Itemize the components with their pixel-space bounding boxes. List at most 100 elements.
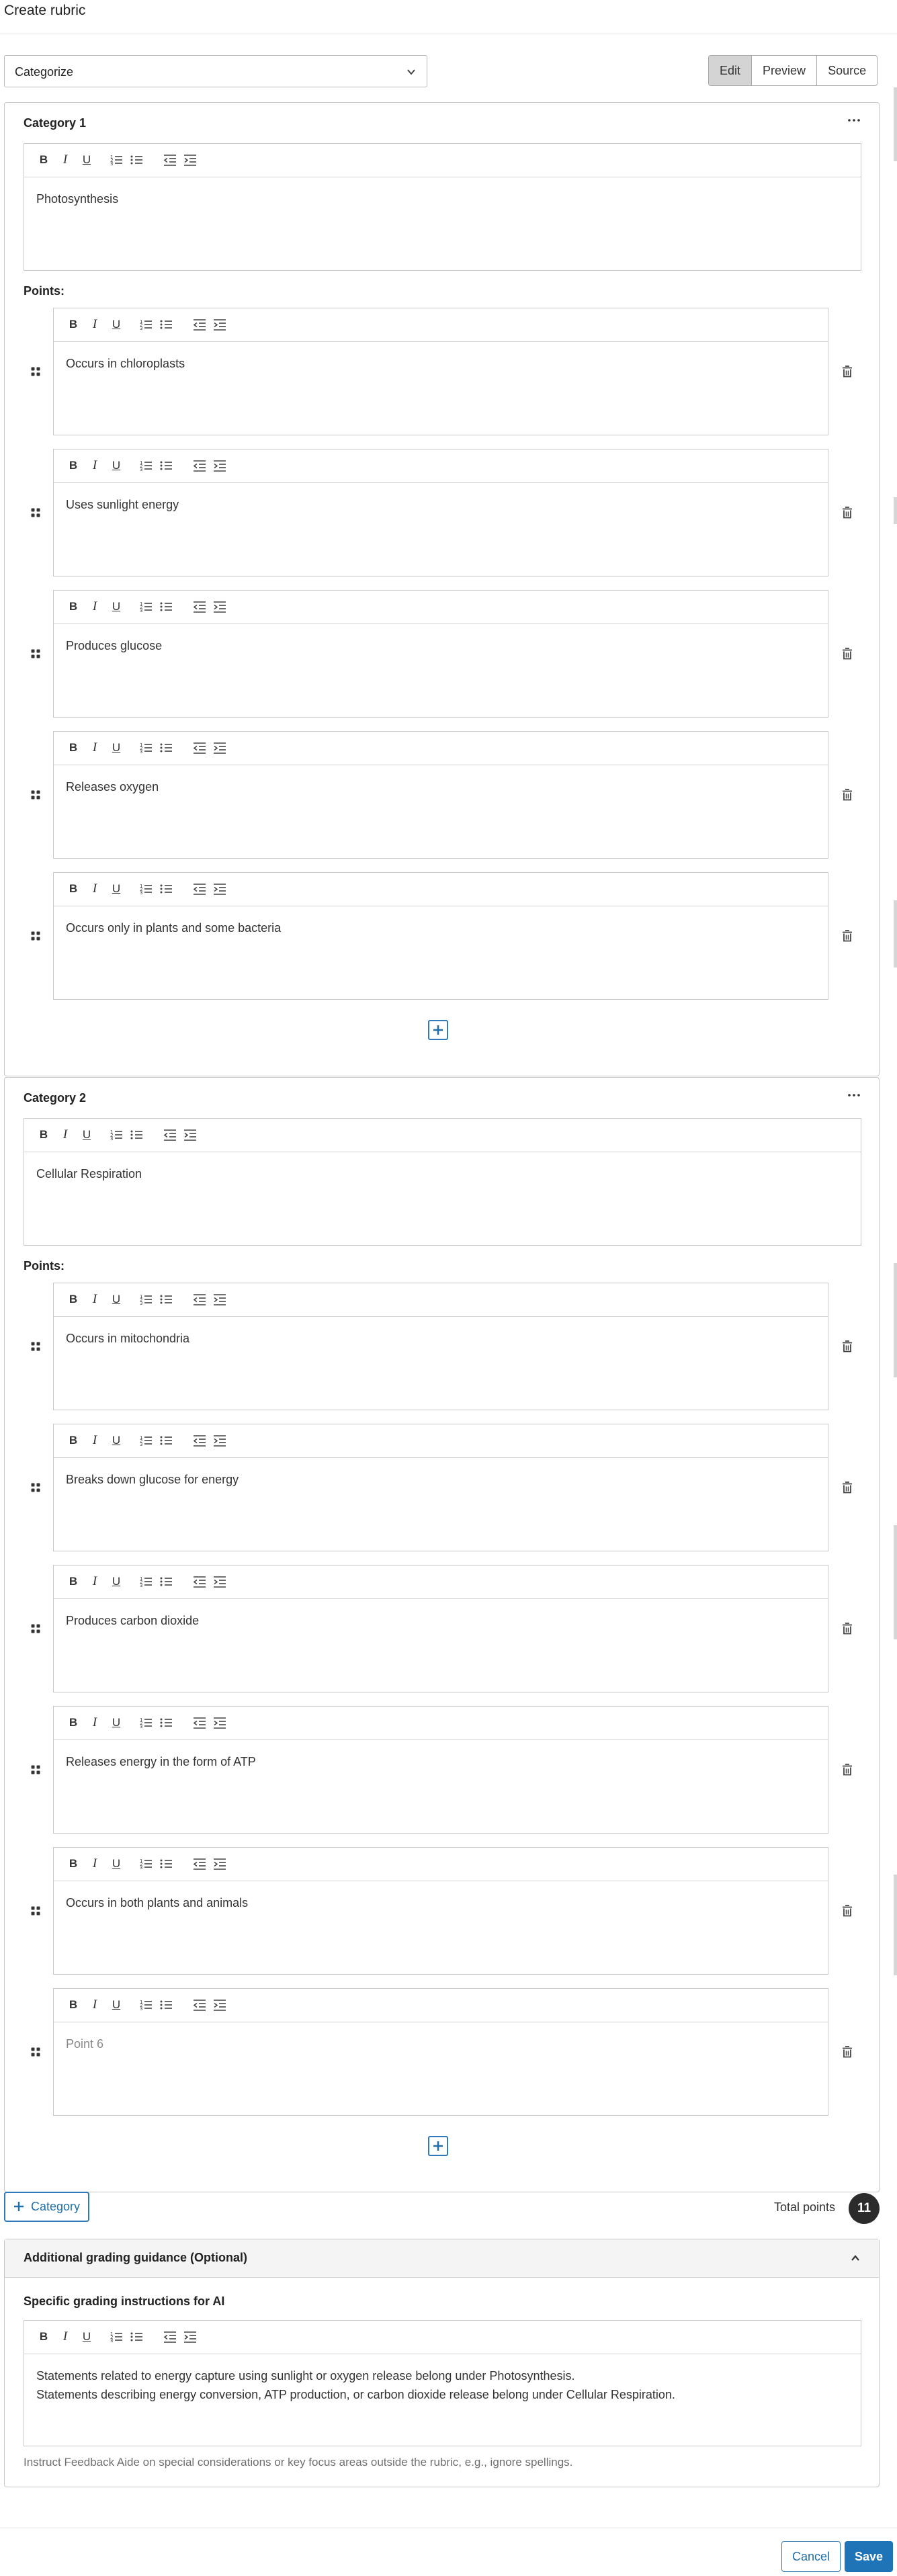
drag-handle-icon[interactable]: [30, 366, 41, 377]
indent-button[interactable]: [212, 740, 227, 755]
bold-button[interactable]: B: [36, 1127, 51, 1142]
editor-text[interactable]: Produces carbon dioxide: [66, 1611, 816, 1630]
outdent-button[interactable]: [192, 1574, 207, 1589]
bulleted-list-button[interactable]: [159, 882, 173, 896]
underline-button[interactable]: U: [109, 317, 124, 332]
ordered-list-button[interactable]: 123: [138, 1574, 153, 1589]
guidance-header[interactable]: Additional grading guidance (Optional): [5, 2239, 879, 2278]
chevron-up-icon[interactable]: [849, 2252, 861, 2264]
underline-button[interactable]: U: [109, 1433, 124, 1448]
italic-button[interactable]: I: [87, 882, 102, 896]
more-options-icon[interactable]: [847, 115, 861, 126]
ordered-list-button[interactable]: 123: [109, 2329, 124, 2344]
editor-text[interactable]: Breaks down glucose for energy: [66, 1470, 816, 1489]
editor-text[interactable]: Releases oxygen: [66, 777, 816, 796]
drag-handle-icon[interactable]: [30, 507, 41, 518]
point-editor[interactable]: B I U 1 2 3 Releases oxygen: [53, 731, 828, 859]
italic-button[interactable]: I: [87, 1574, 102, 1589]
bold-button[interactable]: B: [66, 1856, 81, 1871]
bulleted-list-button[interactable]: [159, 1715, 173, 1730]
indent-button[interactable]: [212, 1998, 227, 2012]
category-description-editor[interactable]: B I U 1 2 3 Cellular Respiration: [24, 1118, 861, 1246]
underline-button[interactable]: U: [109, 1856, 124, 1871]
drag-handle-icon[interactable]: [30, 1905, 41, 1916]
italic-button[interactable]: I: [87, 599, 102, 614]
outdent-button[interactable]: [192, 458, 207, 473]
underline-button[interactable]: U: [109, 1998, 124, 2012]
point-editor[interactable]: B I U 1 2 3 Occurs in mitochondria: [53, 1283, 828, 1410]
editor-text[interactable]: Uses sunlight energy: [66, 495, 816, 514]
ordered-list-button[interactable]: 123: [138, 458, 153, 473]
editor-text[interactable]: Produces glucose: [66, 636, 816, 655]
trash-icon[interactable]: [841, 1340, 853, 1353]
italic-button[interactable]: I: [87, 1856, 102, 1871]
editor-text[interactable]: Photosynthesis: [36, 189, 849, 208]
ordered-list-button[interactable]: 123: [138, 1292, 153, 1307]
trash-icon[interactable]: [841, 2045, 853, 2059]
italic-button[interactable]: I: [58, 2329, 73, 2344]
mode-preview-button[interactable]: Preview: [752, 56, 818, 85]
outdent-button[interactable]: [192, 599, 207, 614]
category-description-editor[interactable]: B I U 1 2 3 Photosynthesis: [24, 143, 861, 271]
point-editor[interactable]: B I U 1 2 3 Produces glucose: [53, 590, 828, 718]
indent-button[interactable]: [183, 2329, 198, 2344]
indent-button[interactable]: [183, 1127, 198, 1142]
bold-button[interactable]: B: [66, 599, 81, 614]
bulleted-list-button[interactable]: [159, 458, 173, 473]
guidance-line[interactable]: Statements related to energy capture usi…: [36, 2366, 849, 2385]
bulleted-list-button[interactable]: [159, 1856, 173, 1871]
underline-button[interactable]: U: [79, 153, 94, 167]
rubric-type-select[interactable]: Categorize: [4, 55, 427, 87]
point-editor[interactable]: B I U 1 2 3 Point 6: [53, 1988, 828, 2116]
point-editor[interactable]: B I U 1 2 3 Occurs only in plants and some bac…: [53, 872, 828, 1000]
italic-button[interactable]: I: [87, 740, 102, 755]
ordered-list-button[interactable]: 123: [138, 599, 153, 614]
point-editor[interactable]: B I U 1 2 3 Occurs in chloroplasts: [53, 308, 828, 435]
outdent-button[interactable]: [163, 1127, 177, 1142]
outdent-button[interactable]: [163, 153, 177, 167]
trash-icon[interactable]: [841, 506, 853, 519]
point-editor[interactable]: B I U 1 2 3 Occurs in both plants and animals: [53, 1847, 828, 1975]
drag-handle-icon[interactable]: [30, 1623, 41, 1634]
bulleted-list-button[interactable]: [159, 740, 173, 755]
point-editor[interactable]: B I U 1 2 3 Produces carbon dioxide: [53, 1565, 828, 1692]
point-editor[interactable]: B I U 1 2 3 Breaks down glucose for energy: [53, 1424, 828, 1551]
ordered-list-button[interactable]: 123: [138, 1715, 153, 1730]
outdent-button[interactable]: [192, 882, 207, 896]
italic-button[interactable]: I: [87, 1998, 102, 2012]
outdent-button[interactable]: [192, 1856, 207, 1871]
bulleted-list-button[interactable]: [159, 599, 173, 614]
underline-button[interactable]: U: [109, 599, 124, 614]
drag-handle-icon[interactable]: [30, 931, 41, 941]
drag-handle-icon[interactable]: [30, 789, 41, 800]
underline-button[interactable]: U: [109, 882, 124, 896]
mode-source-button[interactable]: Source: [817, 56, 878, 85]
bold-button[interactable]: B: [66, 317, 81, 332]
trash-icon[interactable]: [841, 365, 853, 378]
italic-button[interactable]: I: [87, 458, 102, 473]
bold-button[interactable]: B: [66, 1574, 81, 1589]
editor-text[interactable]: Cellular Respiration: [36, 1164, 849, 1183]
drag-handle-icon[interactable]: [30, 1482, 41, 1493]
ordered-list-button[interactable]: 123: [109, 153, 124, 167]
editor-text[interactable]: Occurs in mitochondria: [66, 1329, 816, 1348]
mode-edit-button[interactable]: Edit: [709, 56, 753, 85]
guidance-line[interactable]: Statements describing energy conversion,…: [36, 2385, 849, 2404]
outdent-button[interactable]: [192, 1292, 207, 1307]
bold-button[interactable]: B: [66, 458, 81, 473]
bold-button[interactable]: B: [66, 1433, 81, 1448]
trash-icon[interactable]: [841, 1904, 853, 1918]
drag-handle-icon[interactable]: [30, 1341, 41, 1352]
bulleted-list-button[interactable]: [159, 1998, 173, 2012]
drag-handle-icon[interactable]: [30, 1764, 41, 1775]
bold-button[interactable]: B: [66, 1998, 81, 2012]
ordered-list-button[interactable]: 123: [138, 317, 153, 332]
outdent-button[interactable]: [192, 317, 207, 332]
indent-button[interactable]: [212, 458, 227, 473]
bulleted-list-button[interactable]: [129, 153, 144, 167]
bold-button[interactable]: B: [66, 1715, 81, 1730]
underline-button[interactable]: U: [109, 1574, 124, 1589]
bold-button[interactable]: B: [66, 1292, 81, 1307]
bulleted-list-button[interactable]: [159, 1574, 173, 1589]
point-editor[interactable]: B I U 1 2 3 Uses sunlight energy: [53, 449, 828, 576]
